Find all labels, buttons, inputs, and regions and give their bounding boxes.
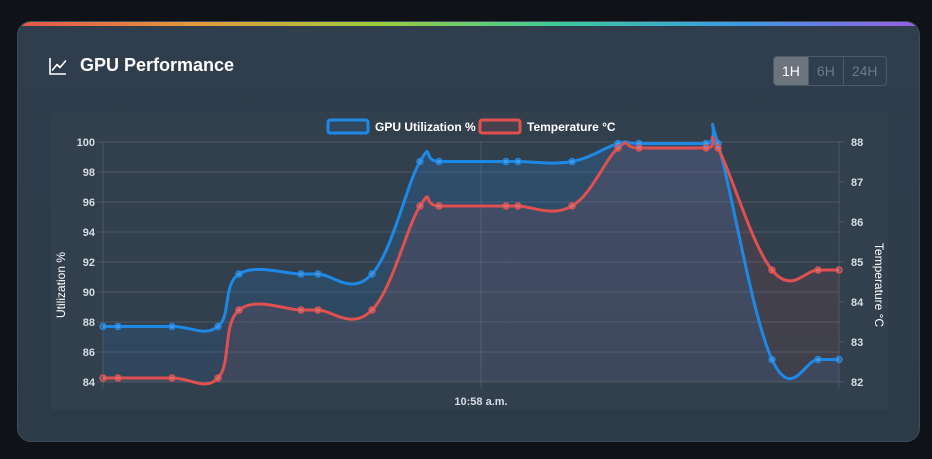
y-left-tick-label: 86 xyxy=(83,347,95,359)
data-point-temperature[interactable] xyxy=(114,374,122,382)
line-chart-icon xyxy=(49,57,67,75)
data-point-temperature[interactable] xyxy=(99,374,107,382)
y-left-tick-label: 94 xyxy=(83,227,96,239)
y-right-tick-label: 87 xyxy=(851,177,863,189)
data-point-temperature[interactable] xyxy=(435,202,443,210)
data-point-temperature[interactable] xyxy=(768,266,776,274)
data-point-utilization[interactable] xyxy=(114,322,122,331)
data-point-utilization[interactable] xyxy=(214,322,222,331)
data-point-temperature[interactable] xyxy=(235,306,243,314)
data-point-utilization[interactable] xyxy=(99,322,107,331)
y-left-tick-label: 100 xyxy=(77,137,95,149)
data-point-utilization[interactable] xyxy=(235,270,243,278)
series-fills xyxy=(103,124,839,385)
data-point-temperature[interactable] xyxy=(514,202,522,210)
data-point-utilization[interactable] xyxy=(168,322,176,331)
y-right-tick-label: 85 xyxy=(851,257,863,269)
gpu-performance-card: GPU Performance 1H 6H 24H 84 86 88 90 92 94 96… xyxy=(17,21,920,442)
data-point-temperature[interactable] xyxy=(814,266,822,274)
y-right-tick-label: 83 xyxy=(851,337,863,349)
data-point-temperature[interactable] xyxy=(568,202,576,210)
data-point-temperature[interactable] xyxy=(502,202,510,210)
legend-item-utilization[interactable]: GPU Utilization % xyxy=(326,118,476,135)
y-right-tick-label: 88 xyxy=(851,137,863,149)
range-1h-button[interactable]: 1H xyxy=(774,57,808,85)
data-point-utilization[interactable] xyxy=(416,157,424,166)
data-point-utilization[interactable] xyxy=(368,270,376,278)
x-tick-label: 10:58 a.m. xyxy=(454,396,507,408)
data-point-utilization[interactable] xyxy=(514,157,522,166)
data-point-utilization[interactable] xyxy=(314,270,322,278)
data-point-temperature[interactable] xyxy=(835,266,843,274)
card-title: GPU Performance xyxy=(80,55,235,75)
data-point-temperature[interactable] xyxy=(214,374,222,382)
data-point-utilization[interactable] xyxy=(435,157,443,166)
data-point-utilization[interactable] xyxy=(568,157,576,166)
data-point-utilization[interactable] xyxy=(297,270,305,278)
chart-legend: GPU Utilization % Temperature °C xyxy=(326,118,616,135)
data-point-temperature[interactable] xyxy=(314,306,322,314)
data-point-temperature[interactable] xyxy=(168,374,176,382)
legend-label-utilization: GPU Utilization % xyxy=(375,120,476,134)
data-point-utilization[interactable] xyxy=(814,355,822,364)
data-point-temperature[interactable] xyxy=(702,144,710,152)
y-left-tick-label: 96 xyxy=(83,197,95,209)
chart-container: 84 86 88 90 92 94 96 98 100 82 83 84 85 86 87 88 GPU Ut… xyxy=(51,111,888,410)
y-right-tick-label: 86 xyxy=(851,217,863,229)
data-point-temperature[interactable] xyxy=(297,306,305,314)
gpu-performance-chart: 84 86 88 90 92 94 96 98 100 82 83 84 85 86 87 88 GPU Ut… xyxy=(54,118,886,408)
data-point-temperature[interactable] xyxy=(635,144,643,152)
legend-label-temperature: Temperature °C xyxy=(527,120,616,134)
legend-swatch-utilization xyxy=(326,118,370,135)
y-left-tick-label: 88 xyxy=(83,317,95,329)
data-point-utilization[interactable] xyxy=(835,355,843,364)
y-left-tick-label: 84 xyxy=(83,377,96,389)
data-point-temperature[interactable] xyxy=(714,144,722,152)
y-left-tick-label: 98 xyxy=(83,167,95,179)
y-right-tick-label: 84 xyxy=(851,297,864,309)
data-point-utilization[interactable] xyxy=(768,355,776,364)
range-6h-button[interactable]: 6H xyxy=(807,57,843,85)
y-left-axis-title: Utilization % xyxy=(54,252,68,318)
y-right-tick-label: 82 xyxy=(851,377,863,389)
data-point-temperature[interactable] xyxy=(416,202,424,210)
card-header: GPU Performance xyxy=(48,55,234,76)
data-point-utilization[interactable] xyxy=(502,157,510,166)
legend-swatch-temperature xyxy=(478,118,522,135)
y-left-tick-label: 90 xyxy=(83,287,95,299)
y-left-tick-label: 92 xyxy=(83,257,95,269)
y-right-axis-title: Temperature °C xyxy=(872,243,886,327)
accent-gradient-bar xyxy=(18,22,919,26)
range-24h-button[interactable]: 24H xyxy=(842,57,886,85)
legend-item-temperature[interactable]: Temperature °C xyxy=(478,118,616,135)
data-point-temperature[interactable] xyxy=(614,144,622,152)
data-point-temperature[interactable] xyxy=(368,306,376,314)
time-range-selector: 1H 6H 24H xyxy=(773,56,887,86)
